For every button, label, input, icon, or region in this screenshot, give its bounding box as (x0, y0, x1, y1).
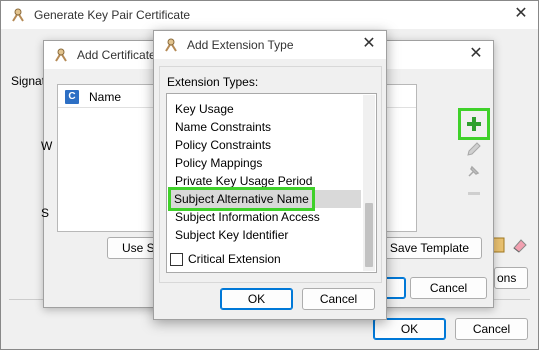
pin-button[interactable] (463, 160, 485, 182)
key-certificate-icon (12, 8, 24, 22)
add-extension-button[interactable] (458, 108, 490, 140)
remove-extension-button[interactable] (463, 182, 485, 204)
main-close-icon[interactable]: ✕ (513, 6, 529, 22)
critical-extension-label: Critical Extension (188, 252, 281, 266)
scrollbar-thumb[interactable] (365, 203, 373, 267)
main-cancel-button[interactable]: Cancel (455, 318, 528, 340)
key-certificate-icon (165, 38, 177, 52)
ext-title: Add Extension Type (187, 38, 294, 52)
options-button[interactable]: ons (494, 267, 528, 289)
addcert-close-icon[interactable]: ✕ (468, 46, 484, 62)
critical-column-icon: C (65, 90, 79, 104)
signature-label: Signat (11, 74, 46, 88)
extension-types-label: Extension Types: (167, 75, 259, 89)
plus-icon (467, 117, 481, 131)
minus-icon (468, 192, 480, 195)
name-column-header[interactable]: Name (89, 90, 121, 104)
list-item-policy-mappings[interactable]: Policy Mappings (175, 154, 262, 172)
left-letter-s: S (41, 206, 50, 220)
eraser-icon[interactable] (509, 234, 531, 256)
list-item-key-usage[interactable]: Key Usage (175, 100, 234, 118)
pin-icon (468, 165, 480, 177)
list-item-name-constraints[interactable]: Name Constraints (175, 118, 271, 136)
list-item-private-key-usage-period[interactable]: Private Key Usage Period (175, 172, 312, 190)
list-scrollbar[interactable] (363, 95, 375, 271)
add-extension-type-dialog: Add Extension Type ✕ Extension Types: Ke… (153, 30, 387, 320)
ext-cancel-button[interactable]: Cancel (302, 288, 375, 310)
list-item-subject-key-identifier[interactable]: Subject Key Identifier (175, 226, 288, 244)
ext-ok-button[interactable]: OK (220, 288, 293, 310)
list-item-subject-alternative-name[interactable]: Subject Alternative Name (168, 187, 315, 211)
extension-types-list[interactable]: Key Usage Name Constraints Policy Constr… (166, 93, 377, 273)
list-item-subject-information-access[interactable]: Subject Information Access (175, 208, 320, 226)
save-template-button[interactable]: Save Template (377, 237, 482, 259)
main-ok-button[interactable]: OK (373, 318, 446, 340)
key-certificate-icon (55, 48, 67, 62)
pencil-icon (467, 142, 481, 156)
list-item-policy-constraints[interactable]: Policy Constraints (175, 136, 271, 154)
edit-extension-button[interactable] (463, 138, 485, 160)
ext-titlebar: Add Extension Type ✕ (154, 31, 386, 59)
left-letter-w: W (41, 139, 53, 153)
main-title: Generate Key Pair Certificate (34, 8, 191, 22)
critical-extension-checkbox[interactable] (170, 253, 183, 266)
ext-close-icon[interactable]: ✕ (361, 36, 377, 52)
addcert-cancel-button[interactable]: Cancel (410, 277, 487, 299)
main-titlebar: Generate Key Pair Certificate ✕ (1, 1, 538, 29)
addcert-title: Add Certificate (77, 48, 156, 62)
